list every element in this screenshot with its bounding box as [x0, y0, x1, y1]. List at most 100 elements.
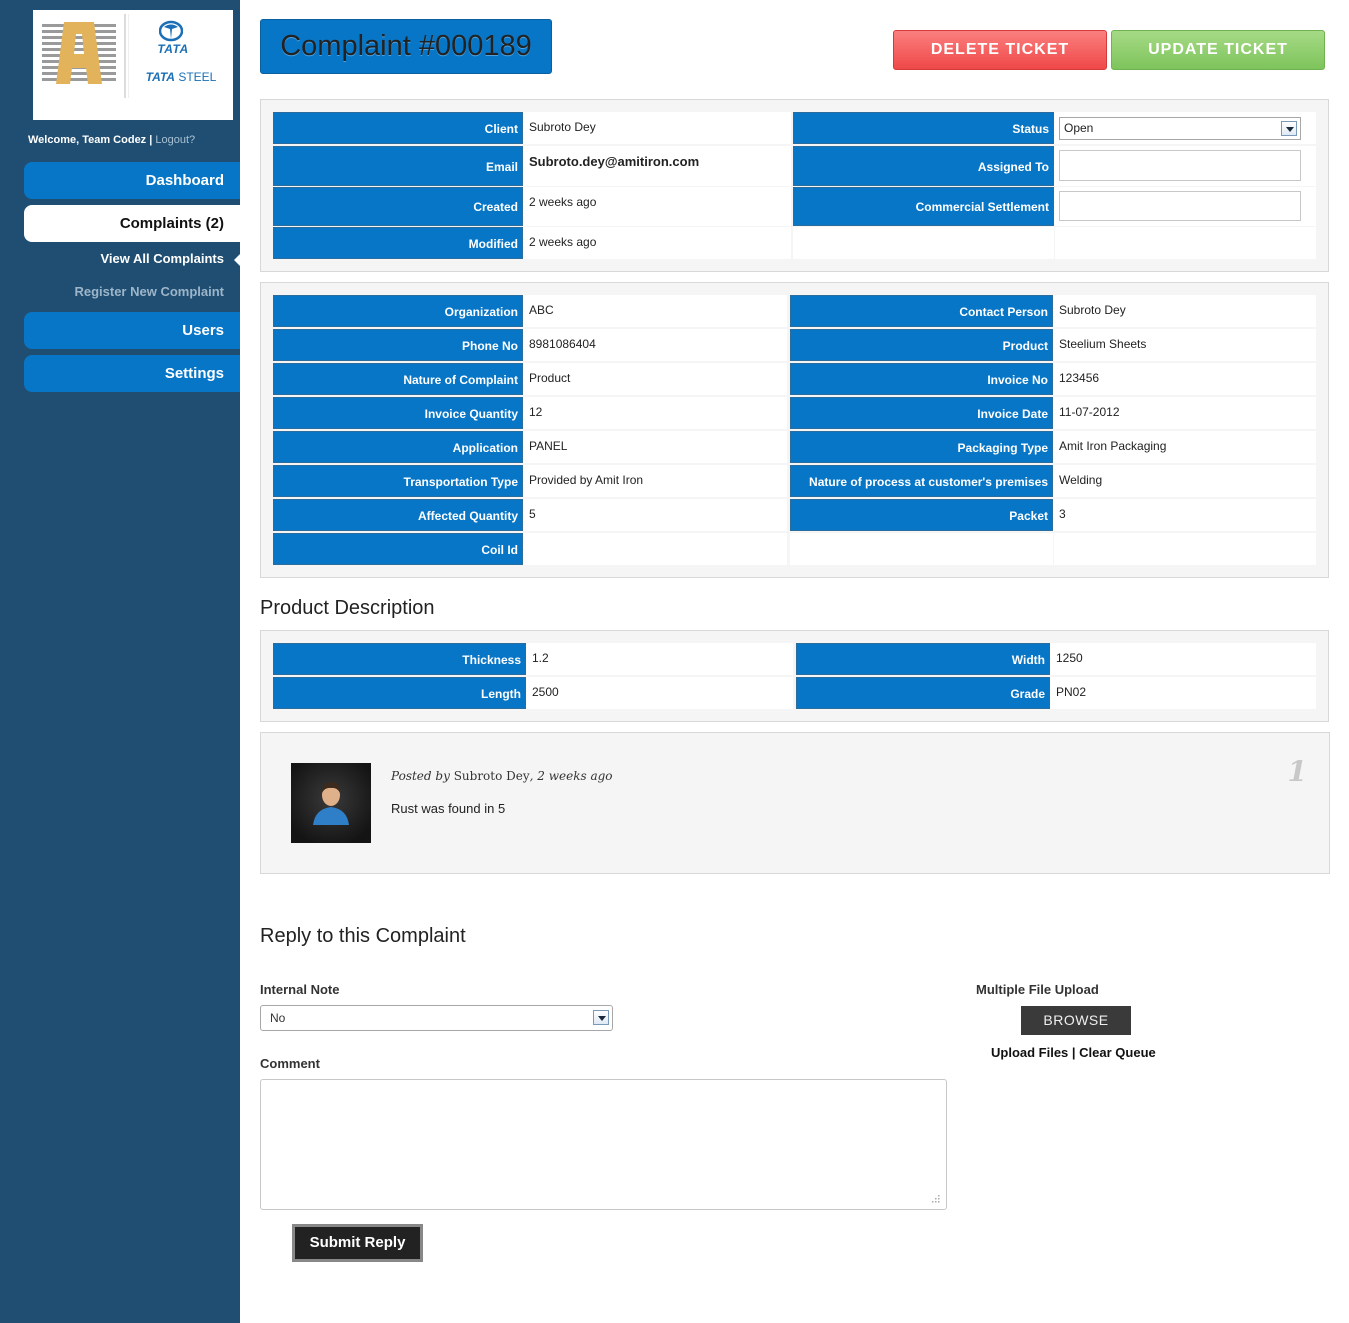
nav-register-new-complaint[interactable]: Register New Complaint — [24, 284, 224, 299]
internal-note-label: Internal Note — [260, 982, 340, 997]
product-description-panel: Thickness 1.2 Length 2500 Width 1250 Gra… — [260, 630, 1329, 722]
comment-text: Rust was found in 5 — [391, 801, 506, 816]
empty-cell — [1055, 227, 1316, 259]
length-label: Length — [273, 677, 526, 709]
posted-by-label: Posted by — [391, 769, 450, 783]
product-value: Steelium Sheets — [1053, 329, 1316, 361]
packaging-type-value: Amit Iron Packaging — [1053, 431, 1316, 463]
client-label: Client — [273, 112, 523, 144]
nav-view-all-complaints[interactable]: View All Complaints — [24, 251, 224, 266]
commercial-settlement-input[interactable] — [1059, 191, 1301, 221]
delete-ticket-button[interactable]: DELETE TICKET — [893, 30, 1107, 70]
packet-label: Packet — [790, 499, 1053, 531]
packaging-type-label: Packaging Type — [790, 431, 1053, 463]
width-label: Width — [796, 643, 1050, 675]
assigned-to-input[interactable] — [1059, 150, 1301, 181]
upload-links: Upload Files | Clear Queue — [991, 1045, 1156, 1060]
coil-id-value — [523, 533, 787, 565]
nature-of-complaint-label: Nature of Complaint — [273, 363, 523, 395]
chevron-down-icon — [593, 1010, 609, 1025]
nature-of-process-value: Welding — [1053, 465, 1316, 497]
upload-files-link[interactable]: Upload Files — [991, 1045, 1068, 1060]
logo-divider — [128, 14, 129, 98]
update-ticket-button[interactable]: UPDATE TICKET — [1111, 30, 1325, 70]
assigned-to-label: Assigned To — [793, 146, 1054, 186]
clear-queue-link[interactable]: Clear Queue — [1079, 1045, 1156, 1060]
comment-time: , 2 weeks ago — [529, 769, 613, 783]
nav-settings[interactable]: Settings — [24, 355, 240, 392]
tata-wordmark: TATA — [157, 42, 189, 56]
status-label: Status — [793, 112, 1054, 144]
comment-meta: Posted by Subroto Dey, 2 weeks ago — [391, 769, 613, 783]
thickness-label: Thickness — [273, 643, 526, 675]
invoice-quantity-value: 12 — [523, 397, 787, 429]
phone-label: Phone No — [273, 329, 523, 361]
comment-item: Posted by Subroto Dey, 2 weeks ago Rust … — [260, 732, 1330, 874]
reply-heading: Reply to this Complaint — [260, 925, 466, 947]
invoice-no-label: Invoice No — [790, 363, 1053, 395]
page-title: Complaint #000189 — [260, 19, 552, 74]
email-value: Subroto.dey@amitiron.com — [523, 146, 791, 186]
assigned-to-cell — [1054, 146, 1316, 186]
application-value: PANEL — [523, 431, 787, 463]
empty-cell — [793, 227, 1054, 259]
invoice-quantity-label: Invoice Quantity — [273, 397, 523, 429]
packet-value: 3 — [1053, 499, 1316, 531]
contact-person-value: Subroto Dey — [1053, 295, 1316, 327]
nav-users[interactable]: Users — [24, 312, 240, 349]
width-value: 1250 — [1050, 643, 1316, 675]
empty-cell — [1054, 533, 1316, 565]
multiple-file-upload-label: Multiple File Upload — [976, 982, 1099, 997]
link-separator: | — [1068, 1045, 1080, 1060]
organization-label: Organization — [273, 295, 523, 327]
logout-link[interactable]: Logout? — [155, 134, 195, 146]
submit-reply-button[interactable]: Submit Reply — [292, 1224, 423, 1262]
welcome-text: Welcome, Team Codez | Logout? — [28, 134, 228, 146]
status-select-value: Open — [1064, 121, 1094, 135]
product-description-heading: Product Description — [260, 597, 435, 619]
user-avatar-icon — [291, 763, 371, 843]
sidebar: TATA TATA STEEL Welcome, Team Codez | Lo… — [0, 0, 240, 1323]
invoice-no-value: 123456 — [1053, 363, 1316, 395]
commercial-settlement-cell — [1054, 187, 1316, 226]
nav-dashboard[interactable]: Dashboard — [24, 162, 240, 199]
browse-button[interactable]: BROWSE — [1021, 1006, 1131, 1035]
tata-emblem-icon — [159, 20, 183, 42]
modified-label: Modified — [273, 227, 523, 259]
chevron-down-icon — [1281, 121, 1297, 136]
application-label: Application — [273, 431, 523, 463]
welcome-label: Welcome, Team Codez | — [28, 134, 153, 146]
grade-value: PN02 — [1050, 677, 1316, 709]
comment-author: Subroto Dey — [453, 769, 530, 783]
nature-of-process-label: Nature of process at customer's premises — [790, 465, 1053, 497]
organization-value: ABC — [523, 295, 787, 327]
created-label: Created — [273, 187, 523, 226]
comment-number: 1 — [1287, 755, 1307, 788]
logo: TATA TATA STEEL — [33, 10, 233, 120]
comment-label: Comment — [260, 1056, 320, 1071]
product-label: Product — [790, 329, 1053, 361]
invoice-date-value: 11-07-2012 — [1053, 397, 1316, 429]
nav-complaints[interactable]: Complaints (2) — [24, 205, 240, 242]
contact-person-label: Contact Person — [790, 295, 1053, 327]
avatar — [291, 763, 371, 843]
commercial-settlement-label: Commercial Settlement — [793, 187, 1054, 226]
internal-note-value: No — [270, 1011, 286, 1025]
transportation-type-value: Provided by Amit Iron — [523, 465, 787, 497]
ticket-info-panel: Client Subroto Dey Email Subroto.dey@ami… — [260, 99, 1329, 272]
created-value: 2 weeks ago — [523, 187, 791, 226]
comment-textarea[interactable] — [260, 1079, 947, 1210]
transportation-type-label: Transportation Type — [273, 465, 523, 497]
modified-value: 2 weeks ago — [523, 227, 791, 259]
thickness-value: 1.2 — [526, 643, 793, 675]
client-value: Subroto Dey — [523, 112, 791, 144]
internal-note-select[interactable]: No — [260, 1005, 613, 1031]
tata-steel-wordmark: TATA STEEL — [133, 70, 229, 84]
status-select[interactable]: Open — [1059, 117, 1301, 140]
email-label: Email — [273, 146, 523, 186]
affected-quantity-label: Affected Quantity — [273, 499, 523, 531]
empty-cell — [790, 533, 1053, 565]
logo-divider — [124, 14, 126, 98]
complaint-details-panel: Organization ABC Phone No 8981086404 Nat… — [260, 282, 1329, 578]
resize-grip-icon[interactable] — [930, 1193, 940, 1203]
